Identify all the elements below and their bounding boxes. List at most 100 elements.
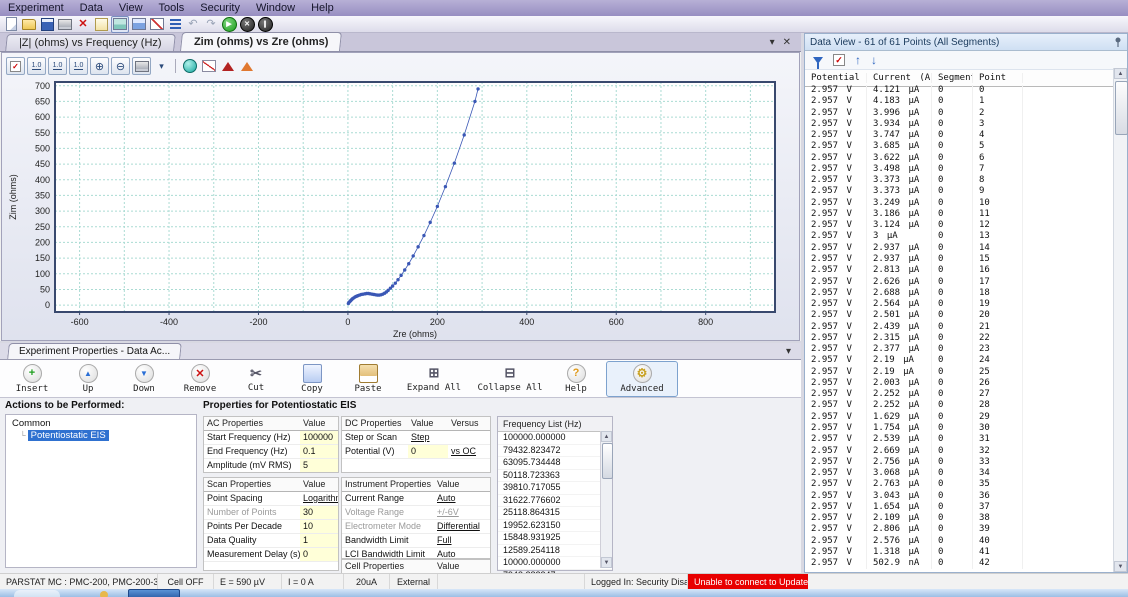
- down-button[interactable]: ▼Down: [118, 361, 170, 397]
- menu-item-window[interactable]: Window: [248, 1, 303, 16]
- property-value[interactable]: 10: [300, 520, 338, 533]
- frequency-item[interactable]: 12589.254118: [498, 545, 612, 558]
- table-row[interactable]: 2.957 V1.654 µA037: [805, 502, 1114, 513]
- tab-z-vs-frequency[interactable]: |Z| (ohms) vs Frequency (Hz): [5, 34, 175, 51]
- run-icon[interactable]: ▶: [221, 17, 237, 32]
- property-value[interactable]: 5: [300, 459, 338, 472]
- table-row[interactable]: 2.957 V2.252 µA027: [805, 389, 1114, 400]
- delete-icon[interactable]: ✕: [75, 17, 91, 32]
- scroll-up-icon[interactable]: ▲: [1114, 68, 1127, 79]
- table-row[interactable]: 2.957 V3.043 µA036: [805, 491, 1114, 502]
- frequency-item[interactable]: 63095.734448: [498, 457, 612, 470]
- table-row[interactable]: 2.957 V2.439 µA021: [805, 322, 1114, 333]
- experiment-tab-dropdown-icon[interactable]: ▾: [786, 346, 801, 357]
- property-value[interactable]: Step: [408, 431, 448, 444]
- table-row[interactable]: 2.957 V1.629 µA029: [805, 412, 1114, 423]
- table-row[interactable]: 2.957 V3.685 µA05: [805, 141, 1114, 152]
- zoom-in-icon[interactable]: ⊕: [90, 57, 109, 75]
- menu-item-tools[interactable]: Tools: [151, 1, 193, 16]
- tree-node-potentiostatic-eis[interactable]: Potentiostatic EIS: [28, 430, 109, 441]
- table-row[interactable]: 2.957 V4.183 µA01: [805, 96, 1114, 107]
- property-value[interactable]: +/-6V: [434, 506, 490, 519]
- up-button[interactable]: ▲Up: [62, 361, 114, 397]
- table-row[interactable]: 2.957 V3.498 µA07: [805, 164, 1114, 175]
- table-row[interactable]: 2.957 V2.252 µA028: [805, 400, 1114, 411]
- remove-button[interactable]: ✕Remove: [174, 361, 226, 397]
- data-table-scrollbar[interactable]: ▲ ▼: [1113, 68, 1127, 572]
- save-icon[interactable]: [39, 17, 55, 32]
- frequency-list-scrollbar[interactable]: ▲ ▼: [600, 431, 612, 568]
- axis-fit-x-icon[interactable]: 1.0: [27, 57, 46, 75]
- print-icon[interactable]: [57, 17, 73, 32]
- table-row[interactable]: 2.957 V3.622 µA06: [805, 153, 1114, 164]
- update-alert[interactable]: Unable to connect to Update site: [688, 574, 808, 590]
- frequency-item[interactable]: 19952.623150: [498, 520, 612, 533]
- table-row[interactable]: 2.957 V3.249 µA010: [805, 198, 1114, 209]
- frequency-item[interactable]: 15848.931925: [498, 532, 612, 545]
- axis-fit-xy-icon[interactable]: 1.0: [69, 57, 88, 75]
- advanced-button[interactable]: ⚙Advanced: [606, 361, 678, 397]
- tab-dropdown-icon[interactable]: ▾: [770, 37, 775, 48]
- table-row[interactable]: 2.957 V502.9 nA042: [805, 558, 1114, 569]
- start-button[interactable]: [14, 590, 60, 597]
- globe-icon[interactable]: [181, 58, 198, 74]
- open-icon[interactable]: [21, 17, 37, 32]
- data-list-icon[interactable]: [167, 17, 183, 32]
- export-icon[interactable]: [93, 17, 109, 32]
- table-row[interactable]: 2.957 V3.124 µA012: [805, 220, 1114, 231]
- table-row[interactable]: 2.957 V2.501 µA020: [805, 310, 1114, 321]
- frequency-item[interactable]: 10000.000000: [498, 557, 612, 570]
- taskbar-icon[interactable]: [100, 591, 108, 597]
- tab-experiment-properties[interactable]: Experiment Properties - Data Ac...: [7, 343, 182, 359]
- menu-item-data[interactable]: Data: [72, 1, 111, 16]
- table-row[interactable]: 2.957 V2.806 µA039: [805, 524, 1114, 535]
- edit-plot-icon[interactable]: ✓: [6, 57, 25, 75]
- table-row[interactable]: 2.957 V1.318 µA041: [805, 547, 1114, 558]
- dropdown-icon[interactable]: ▾: [153, 58, 170, 74]
- frequency-item[interactable]: 50118.723363: [498, 470, 612, 483]
- table-row[interactable]: 2.957 V1.754 µA030: [805, 423, 1114, 434]
- table-row[interactable]: 2.957 V2.003 µA026: [805, 378, 1114, 389]
- column-header-c4[interactable]: Point: [973, 73, 1023, 83]
- table-row[interactable]: 2.957 V2.813 µA016: [805, 265, 1114, 276]
- table-row[interactable]: 2.957 V2.937 µA014: [805, 243, 1114, 254]
- table-row[interactable]: 2.957 V2.626 µA017: [805, 277, 1114, 288]
- tab-close-icon[interactable]: ✕: [783, 37, 791, 48]
- data-view-icon[interactable]: [131, 17, 147, 32]
- table-row[interactable]: 2.957 V3.186 µA011: [805, 209, 1114, 220]
- frequency-item[interactable]: 79432.823472: [498, 445, 612, 458]
- peak-orange-icon[interactable]: [238, 58, 255, 74]
- table-row[interactable]: 2.957 V3.373 µA08: [805, 175, 1114, 186]
- table-row[interactable]: 2.957 V2.19 µA025: [805, 367, 1114, 378]
- frequency-item[interactable]: 39810.717055: [498, 482, 612, 495]
- table-row[interactable]: 2.957 V2.688 µA018: [805, 288, 1114, 299]
- stop-icon[interactable]: ✕: [239, 17, 255, 32]
- frequency-item[interactable]: 25118.864315: [498, 507, 612, 520]
- property-value[interactable]: Differential: [434, 520, 490, 533]
- table-row[interactable]: 2.957 V2.763 µA035: [805, 479, 1114, 490]
- property-value[interactable]: Logarithmic: [300, 492, 338, 505]
- menu-item-help[interactable]: Help: [303, 1, 342, 16]
- zoom-out-icon[interactable]: ⊖: [111, 57, 130, 75]
- property-value[interactable]: Full: [434, 534, 490, 547]
- scroll-up-icon[interactable]: ▲: [601, 431, 612, 442]
- cut-button[interactable]: ✂Cut: [230, 361, 282, 397]
- peak-red-icon[interactable]: [219, 58, 236, 74]
- table-row[interactable]: 2.957 V2.377 µA023: [805, 344, 1114, 355]
- paste-button[interactable]: Paste: [342, 361, 394, 397]
- property-value[interactable]: 1: [300, 534, 338, 547]
- table-row[interactable]: 2.957 V3 µA013: [805, 231, 1114, 242]
- table-row[interactable]: 2.957 V2.576 µA040: [805, 536, 1114, 547]
- scrollbar-thumb[interactable]: [602, 443, 613, 479]
- menu-item-view[interactable]: View: [111, 1, 151, 16]
- print-plot-icon[interactable]: [132, 57, 151, 75]
- redo-icon[interactable]: ↷: [203, 17, 219, 32]
- move-up-icon[interactable]: ↑: [855, 54, 861, 66]
- table-row[interactable]: 2.957 V2.937 µA015: [805, 254, 1114, 265]
- menu-item-security[interactable]: Security: [192, 1, 248, 16]
- pin-icon[interactable]: [1114, 37, 1122, 48]
- table-row[interactable]: 2.957 V2.109 µA038: [805, 513, 1114, 524]
- help-button[interactable]: ?Help: [550, 361, 602, 397]
- scrollbar-thumb[interactable]: [1115, 81, 1128, 135]
- new-icon[interactable]: [3, 17, 19, 32]
